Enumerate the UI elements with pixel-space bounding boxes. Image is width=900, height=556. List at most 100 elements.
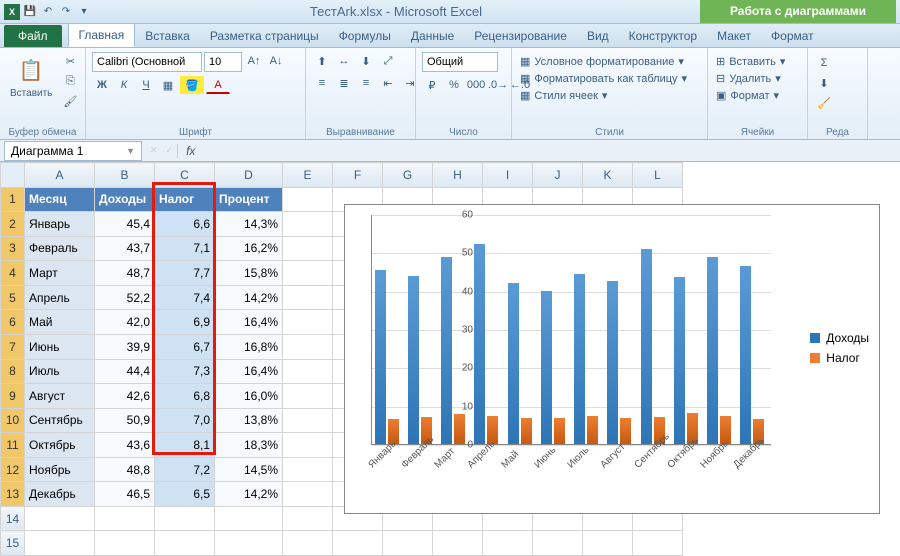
cell-C8[interactable]: 7,3 [155,359,215,384]
cell-D10[interactable]: 13,8% [215,408,283,433]
cell-A5[interactable]: Апрель [25,285,95,310]
bar-Доходы-Сентябрь[interactable] [641,249,652,444]
cell-C11[interactable]: 8,1 [155,433,215,458]
cancel-icon[interactable]: ✕ [146,145,162,156]
cell-B12[interactable]: 48,8 [95,457,155,482]
cell-C12[interactable]: 7,2 [155,457,215,482]
cell-B5[interactable]: 52,2 [95,285,155,310]
cell-B4[interactable]: 48,7 [95,261,155,286]
bar-Налог-Июль[interactable] [587,416,598,444]
conditional-formatting-button[interactable]: ▦Условное форматирование▾ [518,54,686,69]
bar-Доходы-Май[interactable] [508,283,519,444]
bar-Налог-Август[interactable] [620,418,631,444]
row-header-1[interactable]: 1 [1,187,25,212]
percent-icon[interactable]: % [444,76,464,94]
column-header-C[interactable]: C [155,163,215,188]
cell-C3[interactable]: 7,1 [155,236,215,261]
bar-Доходы-Март[interactable] [441,257,452,444]
column-header-K[interactable]: K [583,163,633,188]
cell-D8[interactable]: 16,4% [215,359,283,384]
cell-C5[interactable]: 7,4 [155,285,215,310]
cell-D12[interactable]: 14,5% [215,457,283,482]
row-header-15[interactable]: 15 [1,531,25,556]
cell-D11[interactable]: 18,3% [215,433,283,458]
tab-review[interactable]: Рецензирование [464,25,577,47]
row-header-6[interactable]: 6 [1,310,25,335]
currency-icon[interactable]: ₽ [422,76,442,94]
cell-D13[interactable]: 14,2% [215,482,283,507]
clear-icon[interactable]: 🧹 [814,94,834,112]
tab-chart-layout[interactable]: Макет [707,25,761,47]
cell-B2[interactable]: 45,4 [95,212,155,237]
cell-A2[interactable]: Январь [25,212,95,237]
tab-home[interactable]: Главная [68,23,136,47]
row-header-2[interactable]: 2 [1,212,25,237]
copy-icon[interactable]: ⎘ [60,72,80,90]
cell-C7[interactable]: 6,7 [155,334,215,359]
save-icon[interactable]: 💾 [22,4,38,20]
legend-item-income[interactable]: Доходы [810,331,869,345]
autosum-icon[interactable]: Σ [814,54,834,72]
column-header-A[interactable]: A [25,163,95,188]
border-icon[interactable]: ▦ [158,76,178,94]
tab-page-layout[interactable]: Разметка страницы [200,25,329,47]
chevron-down-icon[interactable]: ▼ [126,146,135,156]
row-header-4[interactable]: 4 [1,261,25,286]
align-top-icon[interactable]: ⬆ [312,52,332,70]
align-middle-icon[interactable]: ↔ [334,52,354,70]
decrease-font-icon[interactable]: A↓ [266,52,286,70]
comma-icon[interactable]: 000 [466,76,486,94]
align-right-icon[interactable]: ≡ [356,74,376,92]
name-box[interactable]: Диаграмма 1 ▼ [4,141,142,161]
indent-decrease-icon[interactable]: ⇤ [378,74,398,92]
cell-B9[interactable]: 42,6 [95,384,155,409]
cell-B8[interactable]: 44,4 [95,359,155,384]
bar-Доходы-Июль[interactable] [574,274,585,444]
undo-icon[interactable]: ↶ [40,4,56,20]
tab-insert[interactable]: Вставка [135,25,200,47]
cell-D3[interactable]: 16,2% [215,236,283,261]
row-header-10[interactable]: 10 [1,408,25,433]
row-header-9[interactable]: 9 [1,384,25,409]
delete-cells-button[interactable]: ⊟Удалить▾ [714,71,783,86]
underline-button[interactable]: Ч [136,76,156,94]
cell-C10[interactable]: 7,0 [155,408,215,433]
cell-A10[interactable]: Сентябрь [25,408,95,433]
cell-D1[interactable]: Процент [215,187,283,212]
cell-C9[interactable]: 6,8 [155,384,215,409]
chart-legend[interactable]: Доходы Налог [810,325,869,371]
tab-formulas[interactable]: Формулы [329,25,401,47]
format-painter-icon[interactable]: 🖌 [60,92,80,110]
cell-D4[interactable]: 15,8% [215,261,283,286]
cell-A4[interactable]: Март [25,261,95,286]
cell-A8[interactable]: Июль [25,359,95,384]
format-cells-button[interactable]: ▣Формат▾ [714,88,781,103]
cell-B13[interactable]: 46,5 [95,482,155,507]
bar-Доходы-Апрель[interactable] [474,244,485,444]
font-size-input[interactable] [204,52,242,72]
cell-C2[interactable]: 6,6 [155,212,215,237]
column-header-I[interactable]: I [483,163,533,188]
excel-icon[interactable]: X [4,4,20,20]
bar-Доходы-Декабрь[interactable] [740,266,751,444]
bar-Доходы-Июнь[interactable] [541,291,552,444]
orientation-icon[interactable]: ⤢ [378,52,398,70]
tab-data[interactable]: Данные [401,25,464,47]
tab-chart-design[interactable]: Конструктор [619,25,707,47]
bar-Налог-Июнь[interactable] [554,418,565,444]
tab-chart-format[interactable]: Формат [761,25,824,47]
cell-styles-button[interactable]: ▦Стили ячеек▾ [518,88,609,103]
cell-B10[interactable]: 50,9 [95,408,155,433]
cell-A1[interactable]: Месяц [25,187,95,212]
bar-Налог-Май[interactable] [521,418,532,444]
column-header-G[interactable]: G [383,163,433,188]
column-header-H[interactable]: H [433,163,483,188]
bar-Доходы-Февраль[interactable] [408,276,419,444]
column-header-B[interactable]: B [95,163,155,188]
bar-Доходы-Октябрь[interactable] [674,277,685,444]
cell-A13[interactable]: Декабрь [25,482,95,507]
cell-A3[interactable]: Февраль [25,236,95,261]
cell-A12[interactable]: Ноябрь [25,457,95,482]
cell-D2[interactable]: 14,3% [215,212,283,237]
cell-A11[interactable]: Октябрь [25,433,95,458]
